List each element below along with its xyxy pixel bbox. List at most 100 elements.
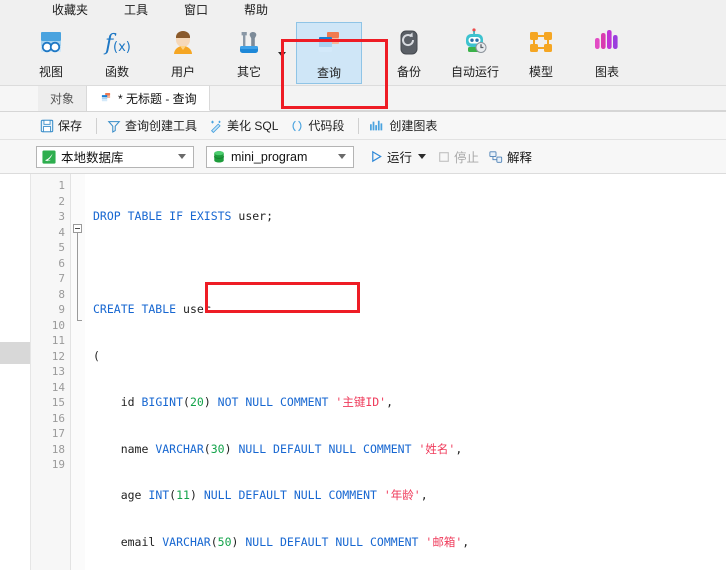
connection-icon: [42, 149, 56, 164]
ribbon-label-user: 用户: [170, 65, 195, 79]
ribbon-label-view: 视图: [38, 65, 63, 79]
line-number: 19: [51, 458, 65, 471]
play-icon: [370, 150, 383, 163]
line-number: 18: [51, 442, 65, 456]
database-icon: [212, 150, 226, 164]
stop-icon: [438, 151, 450, 163]
fold-range-line: [77, 233, 82, 321]
toolbar-separator-2: [358, 117, 360, 134]
line-number: 3: [58, 210, 65, 223]
line-number: 10: [51, 318, 65, 332]
menu-window[interactable]: 窗口: [184, 0, 208, 20]
save-label: 保存: [58, 119, 83, 133]
panel-split-handle[interactable]: [0, 342, 30, 364]
query-icon: [312, 25, 346, 63]
ribbon-item-model[interactable]: 模型: [508, 22, 574, 84]
code-snippet-label: 代码段: [308, 119, 345, 133]
line-number: 7: [58, 272, 65, 285]
line-number: 4: [58, 225, 65, 239]
save-icon: [40, 119, 54, 133]
beautify-sql-button[interactable]: 美化 SQL: [209, 117, 278, 134]
model-icon: [524, 24, 558, 62]
stop-button[interactable]: 停止: [438, 147, 479, 166]
ribbon-item-view[interactable]: 视图: [18, 22, 84, 84]
code-line: age INT(11) NULL DEFAULT NULL COMMENT '年…: [93, 488, 428, 502]
ribbon-item-automation[interactable]: 自动运行: [442, 22, 508, 84]
tab-query-untitled[interactable]: * 无标题 - 查询: [87, 86, 210, 111]
ribbon-item-other[interactable]: 其它: [216, 22, 286, 84]
run-button[interactable]: 运行: [370, 147, 427, 166]
connection-select[interactable]: 本地数据库: [36, 145, 194, 168]
chevron-down-icon[interactable]: [278, 52, 286, 57]
create-chart-label: 创建图表: [389, 119, 438, 133]
line-number: 9: [58, 303, 65, 316]
function-icon: f (x): [100, 24, 134, 62]
other-tools-icon: [232, 24, 266, 62]
menu-tools[interactable]: 工具: [124, 0, 148, 20]
ribbon-item-user[interactable]: 用户: [150, 22, 216, 84]
ribbon-label-automation: 自动运行: [450, 65, 499, 79]
code-line: name VARCHAR(30) NULL DEFAULT NULL COMME…: [93, 441, 463, 456]
query-builder-button[interactable]: 查询创建工具: [107, 117, 197, 134]
explain-button[interactable]: 解释: [489, 147, 532, 166]
tab-query-label: * 无标题 - 查询: [118, 91, 197, 106]
chart-icon: [590, 24, 624, 62]
sql-editor[interactable]: 1 2 3 4 5 6 7 8 9 10 11 12 13 14 15 16 1…: [0, 174, 726, 570]
database-value: mini_program: [231, 149, 308, 164]
beautify-sql-label: 美化 SQL: [227, 119, 279, 133]
create-chart-icon: [369, 119, 385, 133]
ribbon-item-query[interactable]: 查询: [296, 22, 362, 84]
menu-bar: 收藏夹 工具 窗口 帮助: [0, 0, 726, 20]
line-number: 2: [58, 194, 65, 208]
code-line: CREATE TABLE user: [93, 302, 211, 316]
connection-value: 本地数据库: [61, 151, 124, 165]
create-chart-button[interactable]: 创建图表: [369, 117, 437, 134]
chevron-down-icon[interactable]: [178, 154, 186, 159]
user-icon: [166, 24, 200, 62]
ribbon-item-chart[interactable]: 图表: [574, 22, 640, 84]
line-number: 14: [51, 380, 65, 394]
menu-favorites[interactable]: 收藏夹: [52, 0, 88, 20]
editor-line-number-gutter: 1 2 3 4 5 6 7 8 9 10 11 12 13 14 15 16 1…: [31, 174, 71, 570]
chevron-down-icon[interactable]: [338, 154, 346, 159]
automation-robot-icon: [458, 24, 492, 62]
tab-strip-filler: [209, 86, 726, 111]
line-number: 1: [58, 179, 65, 192]
editor-tab-strip: 对象 * 无标题 - 查询: [0, 86, 726, 112]
line-number: 13: [51, 365, 65, 378]
ribbon-label-backup: 备份: [396, 65, 421, 79]
line-number: 6: [58, 256, 65, 270]
chevron-down-icon[interactable]: [418, 154, 427, 159]
ribbon-item-backup[interactable]: 备份: [376, 22, 442, 84]
query-action-toolbar: 保存 查询创建工具 美化 SQL 代码段 创建图表: [0, 112, 726, 140]
view-icon: [34, 24, 68, 62]
tab-objects-label: 对象: [50, 92, 75, 106]
code-snippet-icon: [290, 119, 304, 133]
ribbon-toolbar: 视图 f (x) 函数 用户 其它 查询 备份 自动运行 模型 图表: [0, 20, 726, 109]
tab-objects[interactable]: 对象: [38, 86, 88, 111]
backup-icon: [392, 24, 426, 62]
line-number: 12: [51, 349, 65, 363]
line-number: 8: [58, 287, 65, 301]
code-snippet-button[interactable]: 代码段: [290, 117, 344, 134]
menu-help[interactable]: 帮助: [244, 0, 268, 20]
explain-icon: [489, 150, 503, 164]
ribbon-label-query: 查询: [316, 66, 341, 80]
database-select[interactable]: mini_program: [206, 145, 354, 168]
fold-collapse-icon[interactable]: [73, 224, 82, 233]
code-line: DROP TABLE IF EXISTS user;: [93, 209, 274, 223]
code-line: email VARCHAR(50) NULL DEFAULT NULL COMM…: [93, 534, 470, 549]
query-tab-icon: [99, 91, 113, 105]
code-line: id BIGINT(20) NOT NULL COMMENT '主键ID',: [93, 395, 394, 409]
toolbar-separator-1: [96, 117, 98, 134]
line-number: 16: [51, 411, 65, 425]
stop-label: 停止: [454, 151, 480, 165]
editor-code-area[interactable]: DROP TABLE IF EXISTS user; CREATE TABLE …: [85, 174, 726, 570]
query-builder-label: 查询创建工具: [125, 119, 198, 133]
line-number: 11: [51, 334, 65, 347]
ribbon-item-function[interactable]: f (x) 函数: [84, 22, 150, 84]
ribbon-label-model: 模型: [528, 65, 553, 79]
line-number: 5: [58, 241, 65, 254]
save-button[interactable]: 保存: [40, 117, 82, 134]
